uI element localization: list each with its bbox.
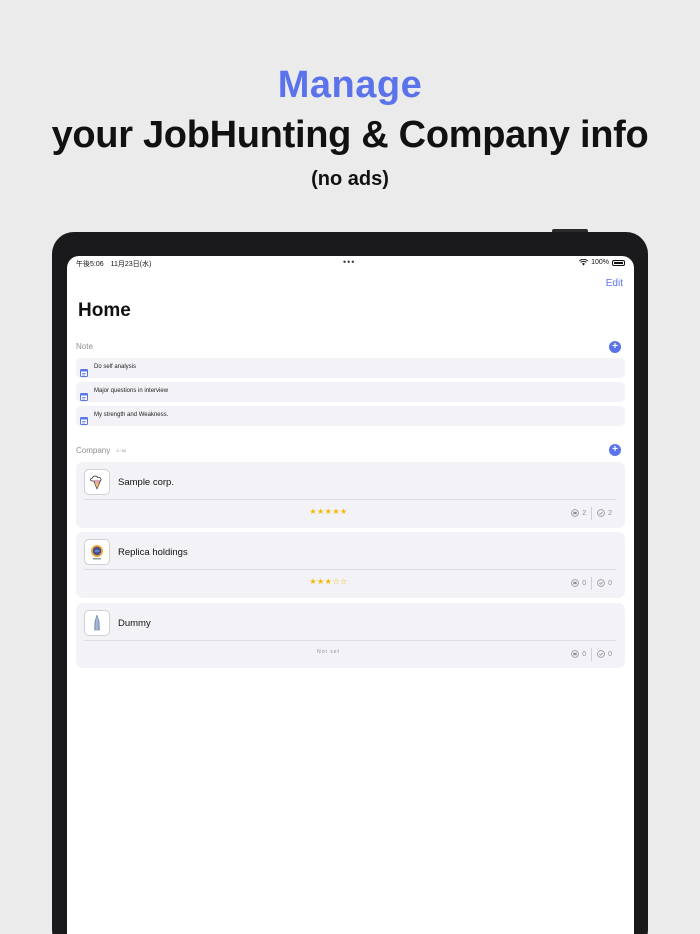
- edit-button[interactable]: Edit: [606, 278, 623, 289]
- clipboard-count-icon: [571, 578, 579, 589]
- company-section-label: Company 3 / 50: [76, 446, 126, 455]
- card-divider: [84, 569, 616, 570]
- plus-icon: +: [612, 341, 618, 352]
- company-logo: [84, 610, 110, 636]
- company-counts: 0 0: [571, 577, 612, 590]
- app-screen: 午後5:06 11月23日(水) ••• 100% Edit Home Note…: [67, 256, 634, 934]
- company-name: Sample corp.: [118, 477, 174, 488]
- count-b: 0: [608, 651, 612, 658]
- status-time: 午後5:06 11月23日(水): [76, 261, 152, 268]
- company-counts: 0 0: [571, 648, 612, 661]
- count-a: 2: [582, 510, 587, 517]
- star-rating: ★★★★★: [309, 507, 348, 516]
- globe-logo-icon: [91, 545, 103, 560]
- note-title: My strength and Weakness.: [94, 412, 169, 418]
- note-icon: [80, 388, 88, 406]
- clipboard-count-icon: [571, 649, 579, 660]
- clipboard-count-icon: [571, 508, 579, 519]
- company-card[interactable]: Dummy Not set 0 0: [76, 603, 625, 668]
- status-bar: 午後5:06 11月23日(水) ••• 100%: [67, 256, 634, 270]
- promo-accent-heading: Manage: [277, 64, 423, 106]
- note-icon: [80, 412, 88, 430]
- note-section-label: Note: [76, 342, 93, 351]
- add-note-button[interactable]: +: [609, 341, 621, 353]
- count-b: 0: [608, 580, 612, 587]
- count-b: 2: [608, 510, 612, 517]
- status-right: 100%: [579, 259, 625, 266]
- company-logo: [84, 469, 110, 495]
- count-separator: [591, 648, 593, 661]
- battery-icon: [612, 259, 625, 266]
- count-separator: [591, 577, 593, 590]
- tower-logo-icon: [94, 614, 100, 631]
- promo-main-heading: your JobHunting & Company info: [51, 114, 649, 156]
- count-a: 0: [582, 580, 587, 587]
- promo-subheading: (no ads): [311, 168, 389, 190]
- company-label-text: Company: [76, 446, 111, 455]
- check-circle-icon: [597, 508, 605, 519]
- company-counts: 2 2: [571, 507, 612, 520]
- note-title: Do self analysis: [94, 364, 137, 370]
- rating-not-set: Not set: [317, 649, 340, 655]
- count-a: 0: [582, 651, 587, 658]
- check-circle-icon: [597, 578, 605, 589]
- note-item[interactable]: My strength and Weakness.: [76, 406, 625, 426]
- company-card[interactable]: Replica holdings ★★★☆☆ 0 0: [76, 532, 625, 598]
- star-rating: ★★★☆☆: [309, 577, 348, 586]
- note-icon: [80, 364, 88, 382]
- cloud-ice-cream-icon: [90, 475, 102, 490]
- note-title: Major questions in interview: [94, 388, 169, 394]
- check-circle-icon: [597, 649, 605, 660]
- add-company-button[interactable]: +: [609, 444, 621, 456]
- card-divider: [84, 499, 616, 500]
- count-separator: [591, 507, 593, 520]
- company-card[interactable]: Sample corp. ★★★★★ 2 2: [76, 462, 625, 528]
- page-title: Home: [78, 300, 131, 321]
- company-counter: 3 / 50: [116, 448, 127, 454]
- company-name: Replica holdings: [118, 547, 188, 558]
- company-logo: [84, 539, 110, 565]
- company-name: Dummy: [118, 618, 151, 629]
- card-divider: [84, 640, 616, 641]
- multitasking-dots[interactable]: •••: [343, 257, 355, 267]
- note-item[interactable]: Do self analysis: [76, 358, 625, 378]
- wifi-icon: [579, 259, 589, 266]
- plus-icon: +: [612, 444, 618, 455]
- note-item[interactable]: Major questions in interview: [76, 382, 625, 402]
- battery-percent: 100%: [591, 259, 609, 266]
